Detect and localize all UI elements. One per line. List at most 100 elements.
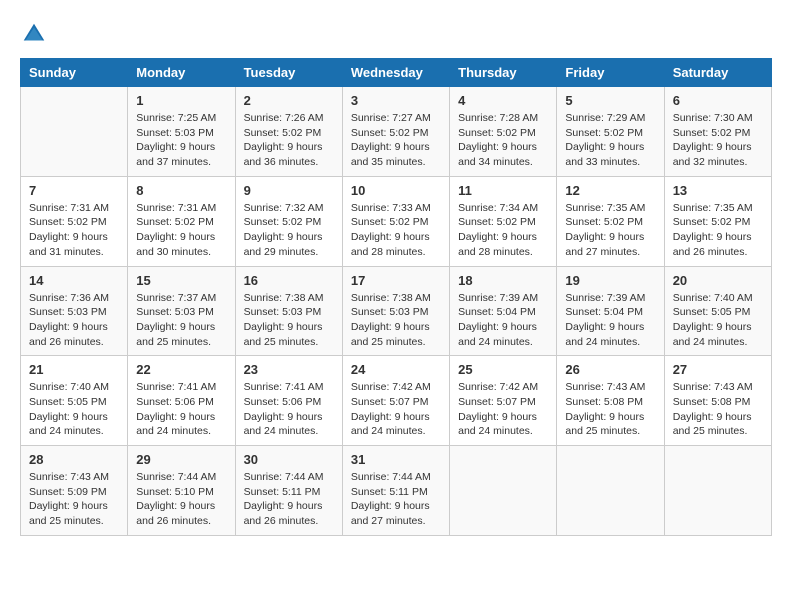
weekday-header-monday: Monday [128,59,235,87]
calendar-cell: 30 Sunrise: 7:44 AM Sunset: 5:11 PM Dayli… [235,446,342,536]
calendar-cell: 22Sunrise: 7:41 AM Sunset: 5:06 PM Dayli… [128,356,235,446]
day-number: 15 [136,273,226,288]
day-info: Sunrise: 7:41 AM Sunset: 5:06 PM Dayligh… [136,380,226,439]
calendar-cell [664,446,771,536]
weekday-header-saturday: Saturday [664,59,771,87]
day-info: Sunrise: 7:38 AM Sunset: 5:03 PM Dayligh… [351,291,441,350]
calendar-cell: 25 Sunrise: 7:42 AM Sunset: 5:07 PM Dayli… [450,356,557,446]
day-info: Sunrise: 7:41 AM Sunset: 5:06 PM Dayligh… [244,380,334,439]
calendar-week-row: 1 Sunrise: 7:25 AM Sunset: 5:03 PM Daylig… [21,87,772,177]
day-info: Sunrise: 7:25 AM Sunset: 5:03 PM Dayligh… [136,111,226,170]
day-number: 29 [136,452,226,467]
day-number: 2 [244,93,334,108]
day-info: Sunrise: 7:40 AM Sunset: 5:05 PM Dayligh… [673,291,763,350]
calendar-cell: 21Sunrise: 7:40 AM Sunset: 5:05 PM Dayli… [21,356,128,446]
calendar-cell: 18Sunrise: 7:39 AM Sunset: 5:04 PM Dayli… [450,266,557,356]
logo [20,20,52,48]
day-number: 7 [29,183,119,198]
day-number: 8 [136,183,226,198]
calendar-cell [21,87,128,177]
day-info: Sunrise: 7:26 AM Sunset: 5:02 PM Dayligh… [244,111,334,170]
day-info: Sunrise: 7:44 AM Sunset: 5:11 PM Dayligh… [351,470,441,529]
calendar-cell: 26 Sunrise: 7:43 AM Sunset: 5:08 PM Dayli… [557,356,664,446]
day-number: 19 [565,273,655,288]
calendar-cell: 14 Sunrise: 7:36 AM Sunset: 5:03 PM Dayli… [21,266,128,356]
day-number: 26 [565,362,655,377]
day-info: Sunrise: 7:31 AM Sunset: 5:02 PM Dayligh… [29,201,119,260]
calendar-cell: 31 Sunrise: 7:44 AM Sunset: 5:11 PM Dayli… [342,446,449,536]
day-number: 12 [565,183,655,198]
day-info: Sunrise: 7:28 AM Sunset: 5:02 PM Dayligh… [458,111,548,170]
logo-icon [20,20,48,48]
calendar-cell: 16Sunrise: 7:38 AM Sunset: 5:03 PM Dayli… [235,266,342,356]
calendar-cell: 19 Sunrise: 7:39 AM Sunset: 5:04 PM Dayli… [557,266,664,356]
calendar-cell: 10 Sunrise: 7:33 AM Sunset: 5:02 PM Dayli… [342,176,449,266]
calendar-cell: 28 Sunrise: 7:43 AM Sunset: 5:09 PM Dayli… [21,446,128,536]
day-number: 1 [136,93,226,108]
weekday-header-row: SundayMondayTuesdayWednesdayThursdayFrid… [21,59,772,87]
day-info: Sunrise: 7:44 AM Sunset: 5:11 PM Dayligh… [244,470,334,529]
calendar-cell [450,446,557,536]
day-number: 18 [458,273,548,288]
calendar-cell: 8Sunrise: 7:31 AM Sunset: 5:02 PM Daylig… [128,176,235,266]
calendar-cell: 4Sunrise: 7:28 AM Sunset: 5:02 PM Daylig… [450,87,557,177]
day-info: Sunrise: 7:33 AM Sunset: 5:02 PM Dayligh… [351,201,441,260]
calendar-cell: 9 Sunrise: 7:32 AM Sunset: 5:02 PM Daylig… [235,176,342,266]
day-number: 27 [673,362,763,377]
day-info: Sunrise: 7:27 AM Sunset: 5:02 PM Dayligh… [351,111,441,170]
weekday-header-thursday: Thursday [450,59,557,87]
weekday-header-tuesday: Tuesday [235,59,342,87]
calendar-container: SundayMondayTuesdayWednesdayThursdayFrid… [20,20,772,536]
day-number: 25 [458,362,548,377]
page-header [20,20,772,48]
day-info: Sunrise: 7:36 AM Sunset: 5:03 PM Dayligh… [29,291,119,350]
calendar-cell: 2 Sunrise: 7:26 AM Sunset: 5:02 PM Daylig… [235,87,342,177]
day-info: Sunrise: 7:40 AM Sunset: 5:05 PM Dayligh… [29,380,119,439]
calendar-cell: 3 Sunrise: 7:27 AM Sunset: 5:02 PM Daylig… [342,87,449,177]
day-number: 14 [29,273,119,288]
calendar-cell: 20 Sunrise: 7:40 AM Sunset: 5:05 PM Dayli… [664,266,771,356]
calendar-cell: 6Sunrise: 7:30 AM Sunset: 5:02 PM Daylig… [664,87,771,177]
day-info: Sunrise: 7:39 AM Sunset: 5:04 PM Dayligh… [565,291,655,350]
day-number: 24 [351,362,441,377]
day-info: Sunrise: 7:38 AM Sunset: 5:03 PM Dayligh… [244,291,334,350]
day-number: 20 [673,273,763,288]
day-number: 17 [351,273,441,288]
day-number: 6 [673,93,763,108]
day-number: 10 [351,183,441,198]
day-number: 9 [244,183,334,198]
calendar-cell: 1 Sunrise: 7:25 AM Sunset: 5:03 PM Daylig… [128,87,235,177]
day-info: Sunrise: 7:35 AM Sunset: 5:02 PM Dayligh… [673,201,763,260]
day-info: Sunrise: 7:43 AM Sunset: 5:09 PM Dayligh… [29,470,119,529]
calendar-week-row: 28 Sunrise: 7:43 AM Sunset: 5:09 PM Dayli… [21,446,772,536]
day-info: Sunrise: 7:37 AM Sunset: 5:03 PM Dayligh… [136,291,226,350]
calendar-week-row: 7 Sunrise: 7:31 AM Sunset: 5:02 PM Daylig… [21,176,772,266]
day-number: 30 [244,452,334,467]
calendar-week-row: 21Sunrise: 7:40 AM Sunset: 5:05 PM Dayli… [21,356,772,446]
day-info: Sunrise: 7:42 AM Sunset: 5:07 PM Dayligh… [351,380,441,439]
calendar-cell: 17 Sunrise: 7:38 AM Sunset: 5:03 PM Dayli… [342,266,449,356]
calendar-cell: 11Sunrise: 7:34 AM Sunset: 5:02 PM Dayli… [450,176,557,266]
day-number: 23 [244,362,334,377]
day-number: 28 [29,452,119,467]
day-info: Sunrise: 7:44 AM Sunset: 5:10 PM Dayligh… [136,470,226,529]
day-info: Sunrise: 7:35 AM Sunset: 5:02 PM Dayligh… [565,201,655,260]
calendar-cell: 7 Sunrise: 7:31 AM Sunset: 5:02 PM Daylig… [21,176,128,266]
day-info: Sunrise: 7:43 AM Sunset: 5:08 PM Dayligh… [565,380,655,439]
weekday-header-friday: Friday [557,59,664,87]
calendar-cell: 13 Sunrise: 7:35 AM Sunset: 5:02 PM Dayli… [664,176,771,266]
calendar-cell: 5Sunrise: 7:29 AM Sunset: 5:02 PM Daylig… [557,87,664,177]
calendar-cell: 15 Sunrise: 7:37 AM Sunset: 5:03 PM Dayli… [128,266,235,356]
day-number: 13 [673,183,763,198]
day-info: Sunrise: 7:32 AM Sunset: 5:02 PM Dayligh… [244,201,334,260]
calendar-cell: 27 Sunrise: 7:43 AM Sunset: 5:08 PM Dayli… [664,356,771,446]
day-number: 5 [565,93,655,108]
day-info: Sunrise: 7:42 AM Sunset: 5:07 PM Dayligh… [458,380,548,439]
calendar-cell [557,446,664,536]
calendar-week-row: 14 Sunrise: 7:36 AM Sunset: 5:03 PM Dayli… [21,266,772,356]
day-number: 3 [351,93,441,108]
day-number: 31 [351,452,441,467]
day-number: 11 [458,183,548,198]
day-info: Sunrise: 7:43 AM Sunset: 5:08 PM Dayligh… [673,380,763,439]
weekday-header-wednesday: Wednesday [342,59,449,87]
